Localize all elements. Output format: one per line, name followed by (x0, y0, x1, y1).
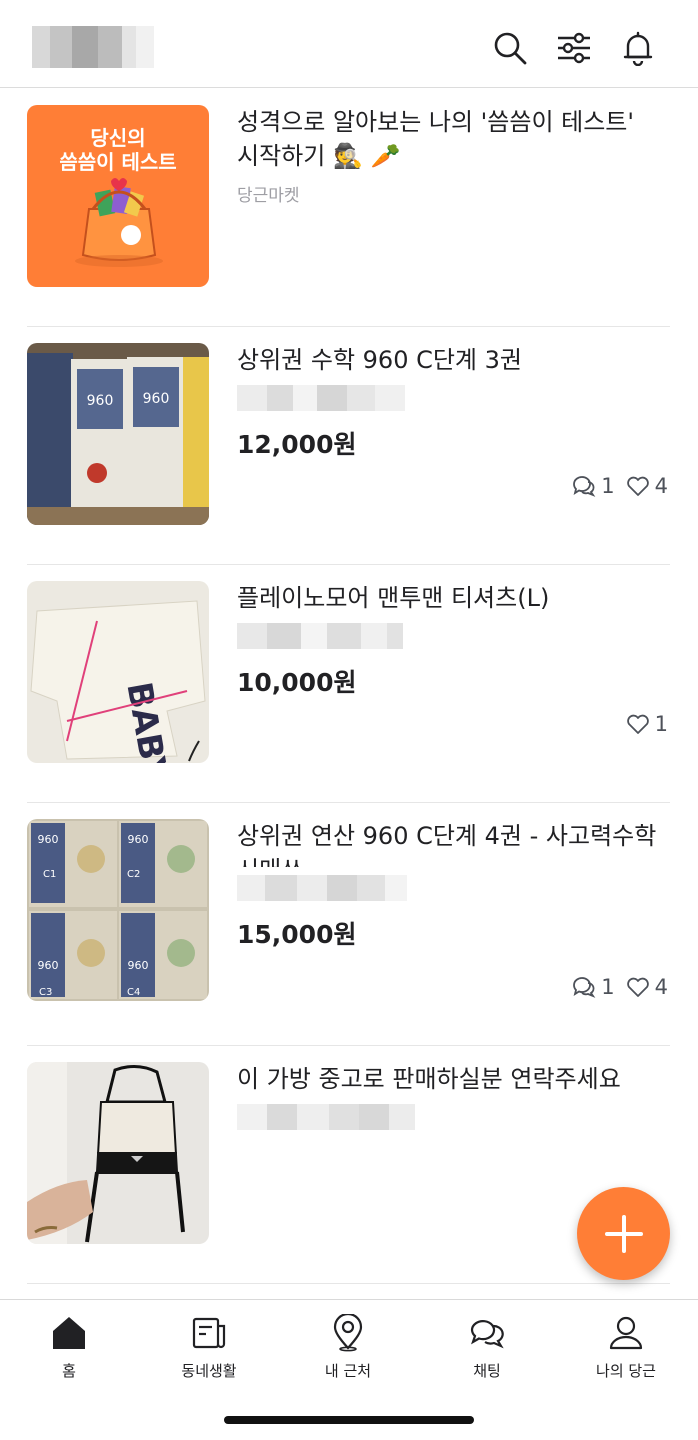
list-item[interactable]: 960 960 상위권 수학 960 C단계 3권 12,000원 1 4 (27, 327, 670, 565)
tab-neighborhood[interactable]: 동네생활 (149, 1314, 269, 1381)
plus-icon (604, 1214, 643, 1253)
item-stats: 1 (619, 711, 668, 737)
promo-image: 당신의 씀씀이 테스트 (27, 105, 209, 287)
write-post-button[interactable] (577, 1187, 670, 1280)
promo-title: 성격으로 알아보는 나의 '씀씀이 테스트' 시작하기 🕵️ 🥕 (237, 108, 634, 170)
chat-count: 1 (601, 474, 615, 498)
item-price: 10,000원 (237, 668, 357, 697)
list-item[interactable]: 이 가방 중고로 판매하실분 연락주세요 (27, 1046, 670, 1284)
svg-text:당신의: 당신의 (90, 126, 145, 150)
product-feed: 당신의 씀씀이 테스트 성격으로 알아보는 나의 '씀씀이 테스트' 시작하기 … (0, 89, 698, 1299)
tab-label: 채팅 (473, 1362, 501, 1380)
item-title: 플레이노모어 맨투맨 티셔츠(L) (237, 584, 550, 612)
chat-count: 1 (601, 975, 615, 999)
svg-text:960: 960 (38, 959, 59, 972)
svg-text:씀씀이 테스트: 씀씀이 테스트 (59, 150, 176, 174)
promo-sponsor: 당근마켓 (237, 186, 300, 206)
location-time-blurred (237, 1104, 417, 1130)
tab-my-karrot[interactable]: 나의 당근 (566, 1314, 686, 1381)
product-image: BABY (27, 581, 209, 763)
heart-icon (626, 977, 649, 997)
bell-icon[interactable] (618, 26, 658, 70)
list-item[interactable] (27, 1284, 670, 1299)
item-title: 이 가방 중고로 판매하실분 연락주세요 (237, 1065, 621, 1093)
bottom-tab-bar: 홈 동네생활 내 근처 채팅 나의 당근 (0, 1299, 698, 1440)
tab-label: 동네생활 (181, 1362, 237, 1380)
item-price: 12,000원 (237, 430, 357, 459)
item-stats: 1 4 (565, 974, 668, 1000)
product-image: 960 960 (27, 343, 209, 525)
location-time-blurred (237, 875, 417, 901)
item-title: 상위권 수학 960 C단계 3권 (237, 346, 522, 374)
search-icon[interactable] (490, 26, 530, 70)
person-icon (609, 1316, 643, 1350)
svg-text:C1: C1 (43, 869, 56, 880)
item-stats: 1 4 (565, 473, 668, 499)
tab-label: 내 근처 (324, 1362, 372, 1380)
heart-icon (626, 476, 649, 496)
location-selector-blurred[interactable] (32, 26, 154, 68)
like-count: 4 (654, 474, 668, 498)
tab-home[interactable]: 홈 (9, 1314, 129, 1381)
filter-icon[interactable] (554, 26, 594, 70)
tab-nearby[interactable]: 내 근처 (288, 1314, 408, 1381)
list-item[interactable]: BABY 플레이노모어 맨투맨 티셔츠(L) 10,000원 1 (27, 565, 670, 803)
news-icon (192, 1317, 226, 1349)
heart-icon (626, 714, 649, 734)
chat-icon (573, 977, 596, 998)
svg-text:960: 960 (38, 833, 59, 846)
product-image (27, 1062, 209, 1244)
location-time-blurred (237, 623, 417, 649)
like-count: 4 (654, 975, 668, 999)
item-title: 상위권 연산 960 C단계 4권 - 사고력수학 시매쓰 (237, 822, 657, 867)
location-time-blurred (237, 385, 417, 411)
promo-item[interactable]: 당신의 씀씀이 테스트 성격으로 알아보는 나의 '씀씀이 테스트' 시작하기 … (27, 89, 670, 327)
product-image: 960 960 960 960 C1 C2 C3 C4 (27, 819, 209, 1001)
tab-chat[interactable]: 채팅 (427, 1314, 547, 1381)
svg-text:960: 960 (128, 833, 149, 846)
list-item[interactable]: 960 960 960 960 C1 C2 C3 C4 상위권 연산 960 C… (27, 803, 670, 1046)
svg-text:960: 960 (143, 391, 170, 407)
location-pin-icon (333, 1314, 363, 1352)
svg-text:960: 960 (87, 393, 114, 409)
svg-text:C3: C3 (39, 987, 52, 998)
app-header (0, 0, 698, 88)
tab-label: 나의 당근 (596, 1362, 656, 1380)
chat-icon (470, 1320, 504, 1349)
chat-icon (573, 476, 596, 497)
tab-label: 홈 (62, 1362, 76, 1380)
home-indicator (224, 1416, 474, 1424)
svg-text:960: 960 (128, 959, 149, 972)
svg-text:C4: C4 (127, 987, 140, 998)
item-price: 15,000원 (237, 920, 357, 949)
svg-text:C2: C2 (127, 869, 140, 880)
like-count: 1 (654, 712, 668, 736)
home-icon (53, 1317, 85, 1349)
